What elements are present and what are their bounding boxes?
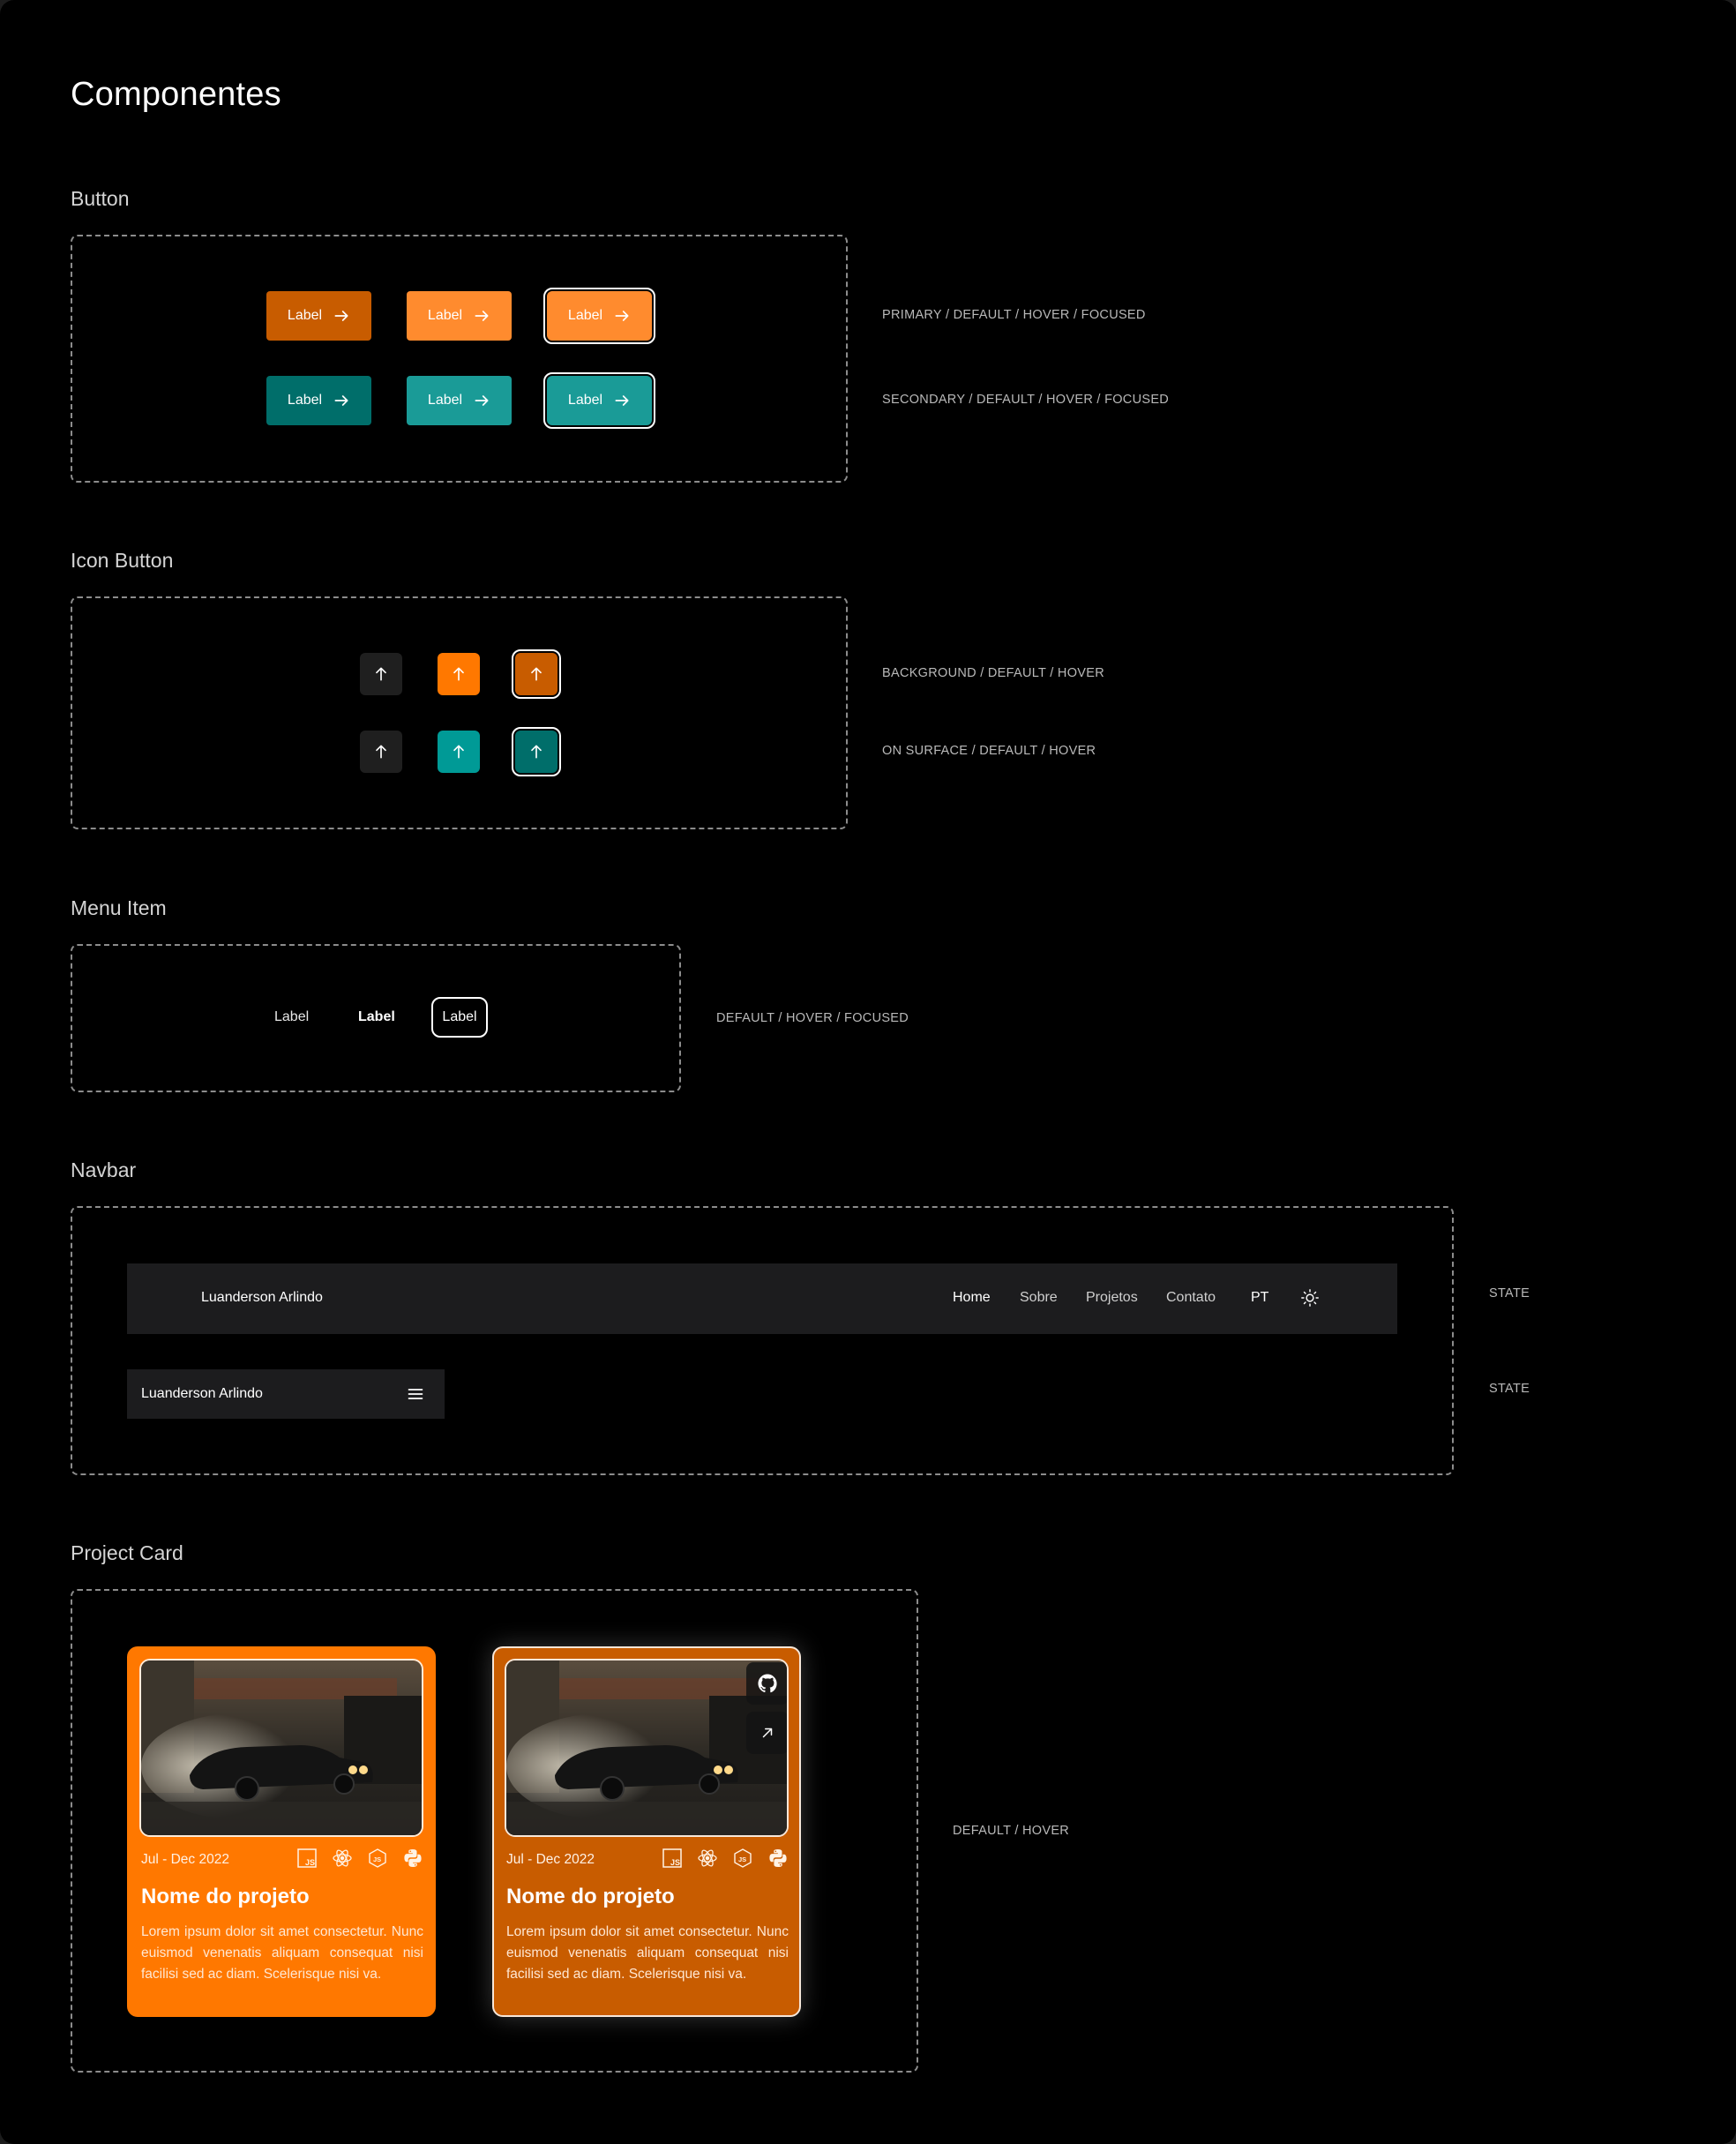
navbar-desktop-state-note: STATE [1489, 1286, 1530, 1301]
github-icon [758, 1674, 777, 1693]
react-icon [697, 1848, 718, 1869]
arrow-up-icon [453, 745, 464, 759]
svg-text:JS: JS [305, 1858, 315, 1867]
primary-button-focused[interactable]: Label [543, 288, 655, 344]
icon-button-surface-hover[interactable] [438, 731, 480, 773]
primary-button-note: PRIMARY / DEFAULT / HOVER / FOCUSED [882, 308, 1146, 322]
icon-button-surface-note: ON SURFACE / DEFAULT / HOVER [882, 744, 1096, 758]
external-link-button[interactable] [746, 1712, 787, 1754]
navbar-desktop: Luanderson Arlindo Home Sobre Projetos C… [127, 1263, 1397, 1334]
svg-text:JS: JS [670, 1858, 680, 1867]
react-icon [332, 1848, 353, 1869]
project-title: Nome do projeto [141, 1885, 310, 1908]
button-label: Label [427, 308, 463, 323]
hamburger-menu-icon[interactable] [407, 1385, 424, 1403]
arrow-up-icon [376, 667, 386, 681]
secondary-button-default[interactable]: Label [266, 376, 371, 425]
javascript-icon: JS [662, 1848, 683, 1869]
icon-button-surface-focused[interactable] [512, 727, 561, 776]
arrow-up-icon [531, 667, 542, 681]
language-selector[interactable]: PT [1251, 1290, 1268, 1306]
svg-text:JS: JS [738, 1855, 746, 1863]
arrow-right-icon [475, 395, 489, 406]
nav-link-projetos[interactable]: Projetos [1086, 1290, 1138, 1306]
nav-link-home[interactable]: Home [953, 1290, 991, 1306]
python-icon [402, 1848, 423, 1869]
icon-button-background-hover[interactable] [438, 653, 480, 695]
project-title: Nome do projeto [506, 1885, 675, 1908]
button-label: Label [567, 308, 603, 323]
nav-link-sobre[interactable]: Sobre [1020, 1290, 1058, 1306]
project-card-note: DEFAULT / HOVER [953, 1824, 1070, 1838]
arrow-up-icon [453, 667, 464, 681]
section-title-menu-item: Menu Item [71, 896, 167, 919]
menu-item-label: Label [442, 1009, 477, 1024]
python-icon [767, 1848, 789, 1869]
project-image [139, 1659, 423, 1837]
section-title-navbar: Navbar [71, 1158, 137, 1181]
primary-button-hover[interactable]: Label [407, 291, 512, 341]
button-label: Label [287, 308, 323, 323]
project-card-hover[interactable]: Jul - Dec 2022 JS JS Nome do projeto Lor… [492, 1646, 801, 2017]
arrow-right-icon [615, 395, 629, 406]
project-description: Lorem ipsum dolor sit amet consectetur. … [506, 1924, 789, 1982]
navbar-brand[interactable]: Luanderson Arlindo [201, 1290, 323, 1306]
sun-icon[interactable] [1300, 1288, 1320, 1308]
menu-item-default[interactable]: Label [274, 1009, 309, 1025]
icon-button-showcase [71, 596, 848, 829]
section-title-project-card: Project Card [71, 1541, 183, 1564]
menu-item-hover[interactable]: Label [358, 1009, 395, 1025]
tech-stack-icons: JS JS [662, 1848, 789, 1869]
github-button[interactable] [746, 1662, 787, 1705]
javascript-icon: JS [296, 1848, 318, 1869]
primary-button-default[interactable]: Label [266, 291, 371, 341]
icon-button-background-note: BACKGROUND / DEFAULT / HOVER [882, 666, 1104, 680]
nav-link-contato[interactable]: Contato [1166, 1290, 1216, 1306]
navbar-mobile-state-note: STATE [1489, 1382, 1530, 1396]
arrow-right-icon [475, 311, 489, 321]
navbar-showcase [71, 1206, 1454, 1475]
menu-item-focused[interactable]: Label [431, 997, 488, 1038]
button-label: Label [427, 393, 463, 408]
tech-stack-icons: JS JS [296, 1848, 423, 1869]
arrow-up-icon [376, 745, 386, 759]
arrow-right-icon [615, 311, 629, 321]
svg-text:JS: JS [373, 1855, 381, 1863]
navbar-mobile-brand[interactable]: Luanderson Arlindo [141, 1386, 263, 1402]
section-title-button: Button [71, 187, 130, 210]
button-label: Label [567, 393, 603, 408]
nodejs-icon: JS [367, 1848, 388, 1869]
project-date: Jul - Dec 2022 [506, 1852, 595, 1867]
menu-item-note: DEFAULT / HOVER / FOCUSED [716, 1011, 909, 1025]
project-image [505, 1659, 789, 1837]
nodejs-icon: JS [732, 1848, 753, 1869]
project-card-default[interactable]: Jul - Dec 2022 JS JS Nome do projeto Lor… [127, 1646, 436, 2017]
external-link-icon [762, 1728, 773, 1738]
icon-button-surface-default[interactable] [360, 731, 402, 773]
page-title: Componentes [71, 76, 281, 113]
car-photo [141, 1660, 422, 1835]
navbar-mobile: Luanderson Arlindo [127, 1369, 445, 1419]
secondary-button-focused[interactable]: Label [543, 372, 655, 429]
section-title-icon-button: Icon Button [71, 549, 174, 572]
project-date: Jul - Dec 2022 [141, 1852, 229, 1867]
project-description: Lorem ipsum dolor sit amet consectetur. … [141, 1924, 423, 1982]
arrow-right-icon [334, 395, 348, 406]
icon-button-background-default[interactable] [360, 653, 402, 695]
button-showcase [71, 235, 848, 483]
arrow-right-icon [334, 311, 348, 321]
secondary-button-hover[interactable]: Label [407, 376, 512, 425]
components-frame: Componentes Button Label Label Label PRI… [0, 0, 1736, 2144]
button-label: Label [287, 393, 323, 408]
icon-button-background-focused[interactable] [512, 649, 561, 699]
secondary-button-note: SECONDARY / DEFAULT / HOVER / FOCUSED [882, 393, 1170, 407]
arrow-up-icon [531, 745, 542, 759]
